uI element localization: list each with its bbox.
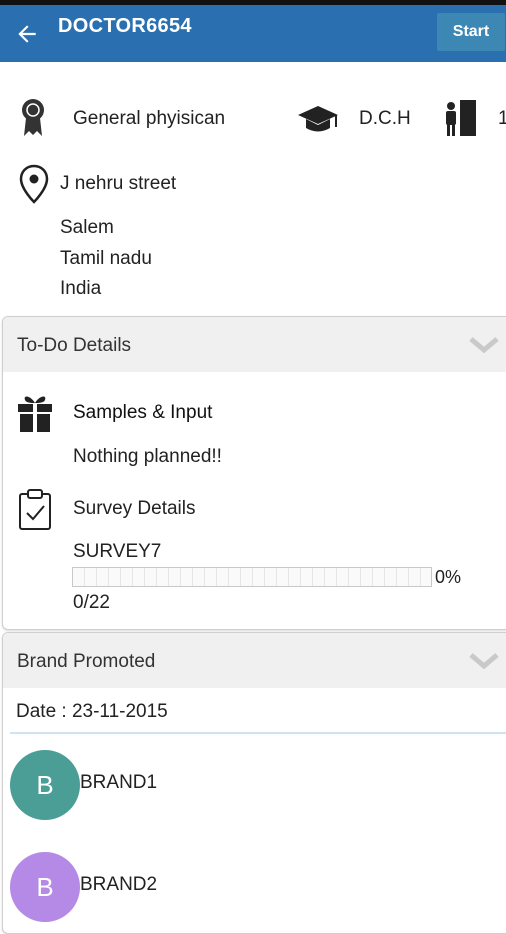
brand-divider (10, 732, 506, 734)
brand-avatar: B (10, 852, 80, 922)
gift-icon (18, 396, 52, 432)
chevron-down-icon[interactable] (469, 653, 499, 669)
address-country: India (60, 278, 102, 299)
degree-text: D.C.H (359, 108, 411, 129)
brand-date: Date : 23-11-2015 (16, 701, 168, 722)
todo-card-header[interactable]: To-Do Details (3, 317, 506, 372)
start-button[interactable]: Start (437, 13, 505, 51)
survey-progress-bar (72, 567, 432, 587)
app-bar: DOCTOR6654 Start (0, 5, 506, 62)
graduation-cap-icon (298, 106, 338, 132)
brand-name[interactable]: BRAND1 (80, 772, 157, 794)
back-arrow-icon[interactable] (14, 21, 40, 47)
page-title: DOCTOR6654 (58, 15, 192, 37)
address-state: Tamil nadu (60, 248, 152, 269)
survey-percent: 0% (435, 567, 462, 587)
brand-name[interactable]: BRAND2 (80, 874, 157, 896)
room-door-icon (446, 100, 476, 136)
chevron-down-icon[interactable] (469, 337, 499, 353)
address-city: Salem (60, 217, 114, 238)
brand-card-header[interactable]: Brand Promoted (3, 633, 506, 688)
survey-count: 0/22 (73, 592, 110, 613)
samples-status: Nothing planned!! (73, 446, 222, 467)
room-text: 1 (498, 108, 506, 129)
samples-title: Samples & Input (73, 402, 213, 423)
specialty-text: General phyisican (73, 108, 226, 129)
address-line: J nehru street (60, 173, 177, 194)
survey-name: SURVEY7 (73, 541, 162, 562)
location-pin-icon (19, 164, 49, 204)
clipboard-check-icon (19, 489, 51, 530)
survey-title: Survey Details (73, 498, 196, 519)
brand-avatar: B (10, 750, 80, 820)
brand-card-title: Brand Promoted (17, 651, 156, 672)
todo-card-title: To-Do Details (17, 335, 132, 356)
award-ribbon-icon (22, 99, 44, 136)
